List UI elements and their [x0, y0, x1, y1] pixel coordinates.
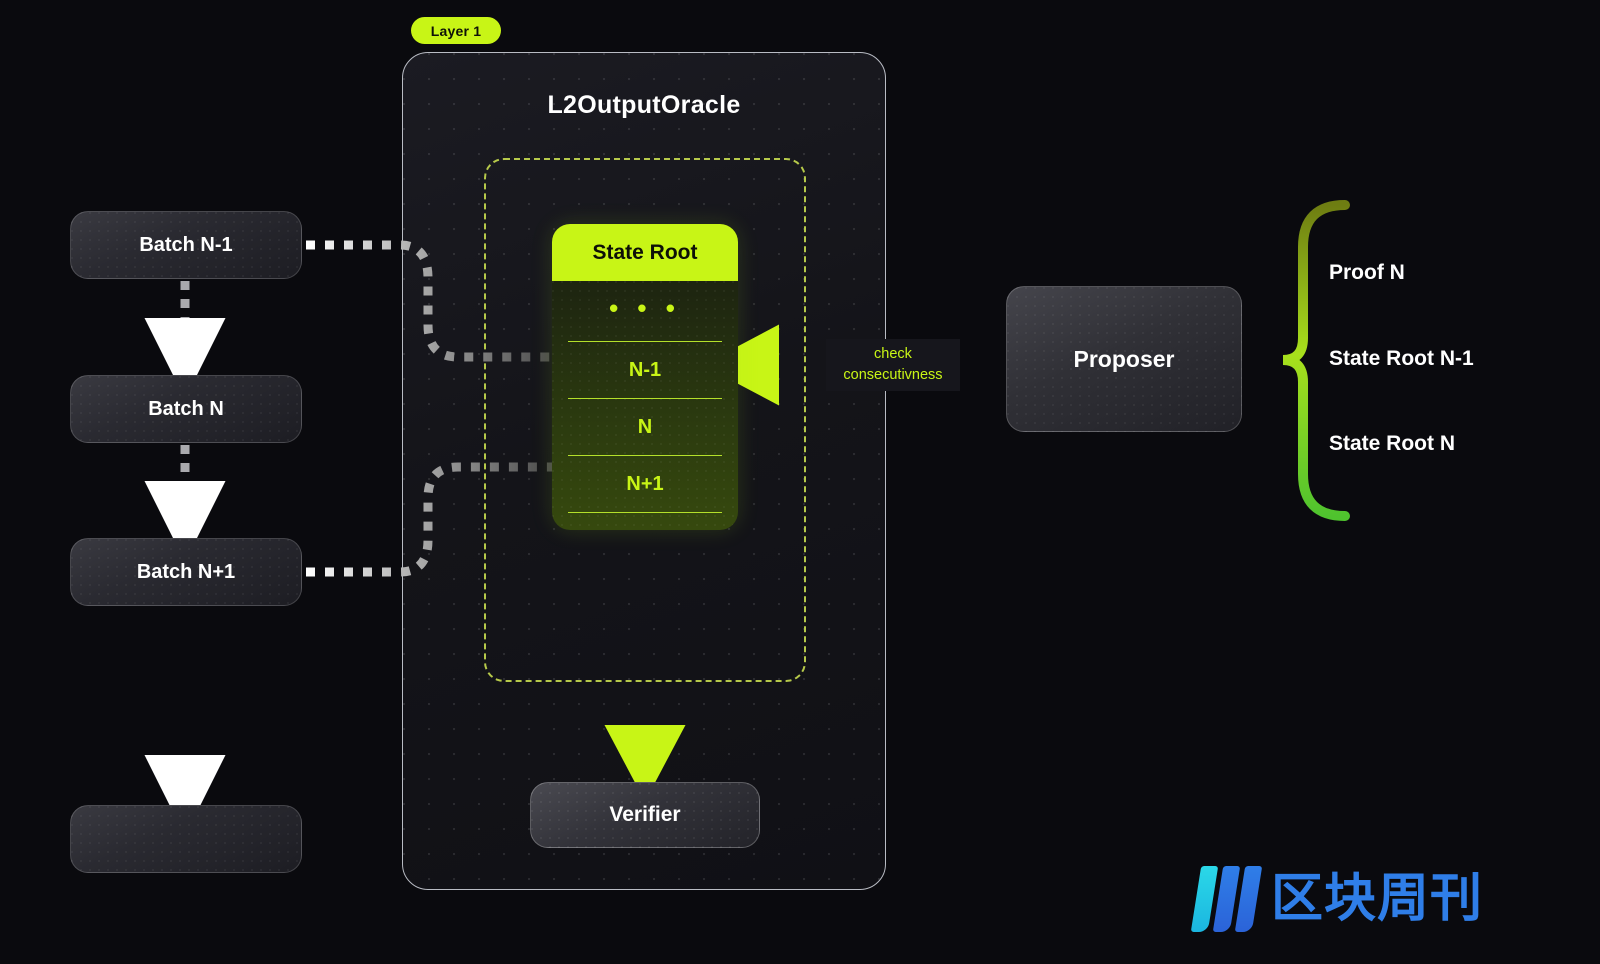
batch-node-n-plus-1: Batch N+1: [70, 538, 302, 606]
output-label-proof-n: Proof N: [1329, 261, 1405, 284]
proposer-label: Proposer: [1073, 345, 1175, 372]
state-root-card: State Root • • • N-1 N N+1: [552, 224, 738, 530]
l2-output-oracle-title: L2OutputOracle: [547, 91, 741, 119]
watermark-bar: [1234, 866, 1263, 932]
check-label-line-1: check: [874, 345, 912, 362]
batch-node-empty: [70, 805, 302, 873]
output-label-state-root-n: State Root N: [1329, 432, 1455, 455]
proposer-node: Proposer: [1006, 286, 1242, 432]
batch-node-n-minus-1: Batch N-1: [70, 211, 302, 279]
verifier-label: Verifier: [609, 803, 681, 826]
state-root-row-label: N-1: [628, 359, 662, 381]
batch-node-n: Batch N: [70, 375, 302, 443]
batch-label: Batch N: [148, 397, 224, 420]
state-root-row-n: N: [552, 399, 738, 456]
layer-1-badge: Layer 1: [411, 17, 501, 44]
watermark-logo: 区块周刊: [1190, 866, 1484, 932]
state-root-row-n-plus-1: N+1: [552, 456, 738, 513]
state-root-row-n-minus-1: N-1: [552, 342, 738, 399]
batch-label: Batch N+1: [136, 560, 236, 583]
batch-label: Batch N-1: [139, 233, 233, 256]
diagram-canvas: Layer 1 L2OutputOracle State Root • • • …: [0, 0, 1600, 964]
state-root-header: State Root: [552, 224, 738, 281]
state-root-row-ellipsis: • • •: [552, 285, 738, 342]
watermark-bars-icon: [1190, 866, 1263, 932]
verifier-node: Verifier: [530, 782, 760, 848]
check-consecutivness-label: check consecutivness: [826, 339, 960, 391]
state-root-row-label: N: [637, 416, 653, 438]
output-label-state-root-n-minus-1: State Root N-1: [1329, 347, 1474, 370]
layer-1-badge-label: Layer 1: [430, 22, 482, 39]
state-root-row-label: N+1: [626, 473, 664, 495]
check-label-line-2: consecutivness: [843, 367, 943, 383]
state-root-row-label: • • •: [609, 292, 681, 323]
state-root-body: • • • N-1 N N+1: [552, 281, 738, 530]
watermark-text: 区块周刊: [1271, 869, 1484, 929]
